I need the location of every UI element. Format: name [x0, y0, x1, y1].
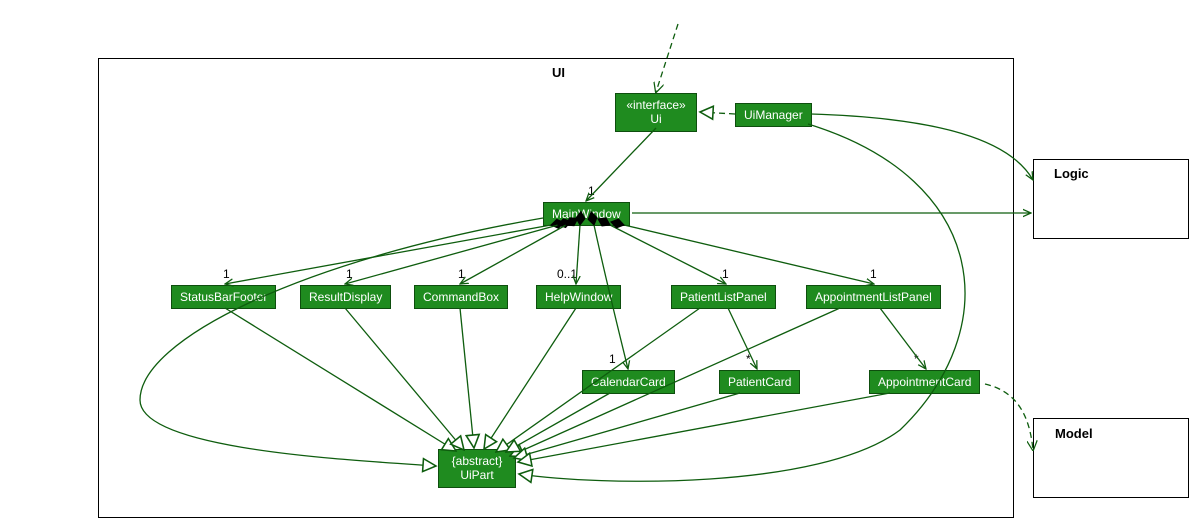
- class-main-window-name: MainWindow: [552, 207, 621, 221]
- mult-command-box: 1: [458, 267, 465, 281]
- class-appointment-list-panel-name: AppointmentListPanel: [815, 290, 932, 304]
- mult-status-bar-footer: 1: [223, 267, 230, 281]
- package-ui-title: UI: [552, 65, 565, 80]
- class-patient-list-panel: PatientListPanel: [671, 285, 776, 309]
- class-appointment-card-name: AppointmentCard: [878, 375, 971, 389]
- class-command-box-name: CommandBox: [423, 290, 499, 304]
- mult-help-window: 0..1: [557, 267, 577, 281]
- class-calendar-card: CalendarCard: [582, 370, 675, 394]
- stereotype-interface: «interface»: [626, 98, 685, 112]
- class-main-window: MainWindow: [543, 202, 630, 226]
- class-status-bar-footer-name: StatusBarFooter: [180, 290, 267, 304]
- class-appointment-card: AppointmentCard: [869, 370, 980, 394]
- class-ui-manager-name: UiManager: [744, 108, 803, 122]
- class-patient-card-name: PatientCard: [728, 375, 791, 389]
- mult-patient-list-panel: 1: [722, 267, 729, 281]
- mult-patient-card: *: [746, 352, 751, 366]
- class-result-display: ResultDisplay: [300, 285, 391, 309]
- class-calendar-card-name: CalendarCard: [591, 375, 666, 389]
- mult-main-window: 1: [588, 184, 595, 198]
- package-model-title: Model: [1055, 426, 1093, 441]
- mult-appointment-list-panel: 1: [870, 267, 877, 281]
- class-result-display-name: ResultDisplay: [309, 290, 382, 304]
- package-logic-title: Logic: [1054, 166, 1089, 181]
- class-status-bar-footer: StatusBarFooter: [171, 285, 276, 309]
- class-ui-manager: UiManager: [735, 103, 812, 127]
- class-patient-card: PatientCard: [719, 370, 800, 394]
- class-ui-name: Ui: [650, 112, 661, 126]
- mult-appointment-card: *: [914, 352, 919, 366]
- mult-result-display: 1: [346, 267, 353, 281]
- class-help-window: HelpWindow: [536, 285, 621, 309]
- class-help-window-name: HelpWindow: [545, 290, 612, 304]
- class-ui-part: {abstract} UiPart: [438, 449, 516, 488]
- class-appointment-list-panel: AppointmentListPanel: [806, 285, 941, 309]
- mult-calendar-card: 1: [609, 352, 616, 366]
- stereotype-abstract: {abstract}: [452, 454, 503, 468]
- class-ui-interface: «interface» Ui: [615, 93, 697, 132]
- class-patient-list-panel-name: PatientListPanel: [680, 290, 767, 304]
- class-command-box: CommandBox: [414, 285, 508, 309]
- class-ui-part-name: UiPart: [460, 468, 493, 482]
